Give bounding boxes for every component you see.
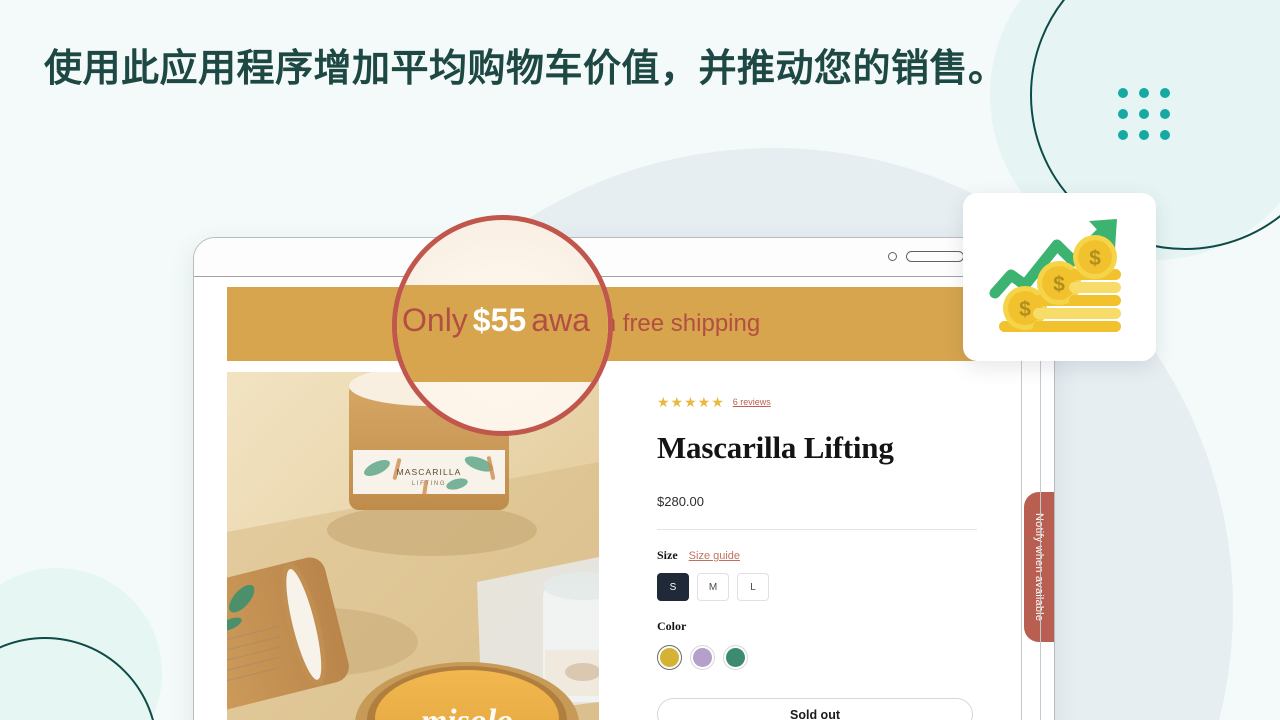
product-price: $280.00 — [657, 494, 704, 509]
color-swatch-teal-green — [726, 648, 745, 667]
size-option-l[interactable]: L — [737, 573, 769, 601]
product-rating: ★★★★★ 6 reviews — [657, 394, 1024, 410]
color-selector — [657, 645, 1024, 670]
notify-when-available-side-tab[interactable]: Notify when available — [1024, 492, 1054, 642]
size-option-m[interactable]: M — [697, 573, 729, 601]
grid-dot — [1139, 130, 1149, 140]
free-shipping-progress-banner: Only $55 away from free shipping — [227, 287, 1054, 361]
product-image[interactable]: MASCARILLA LIFTING — [227, 372, 599, 720]
grid-dot — [1160, 130, 1170, 140]
svg-text:$: $ — [1019, 298, 1031, 321]
grid-dot — [1118, 109, 1128, 119]
grid-dot — [1160, 88, 1170, 98]
shipping-banner-amount: $55 — [458, 310, 499, 337]
shipping-banner-suffix: away from free shipping — [505, 310, 761, 337]
notify-side-tab-label: Notify when available — [1033, 512, 1045, 622]
svg-text:LIFTING: LIFTING — [412, 481, 446, 487]
front-camera-dot-icon — [888, 252, 897, 261]
tablet-screen: Only $55 away from free shipping MASCARI… — [194, 276, 1054, 720]
svg-text:misolo: misolo — [421, 703, 514, 720]
star-rating-icon: ★★★★★ — [657, 394, 725, 410]
size-guide-link[interactable]: Size guide — [689, 550, 740, 562]
grid-dot — [1139, 88, 1149, 98]
sold-out-button[interactable]: Sold out — [657, 698, 973, 720]
grid-dot — [1118, 130, 1128, 140]
speaker-grille-icon — [906, 251, 964, 262]
grid-dot — [1160, 109, 1170, 119]
svg-text:$: $ — [1089, 247, 1101, 270]
svg-text:MASCARILLA: MASCARILLA — [397, 467, 462, 477]
grid-dot — [1118, 88, 1128, 98]
svg-text:$: $ — [1053, 273, 1065, 296]
dot-grid-icon — [1118, 88, 1170, 140]
color-swatch-gold — [660, 648, 679, 667]
size-label: Size — [657, 548, 678, 562]
tablet-device-mockup: Only $55 away from free shipping MASCARI… — [193, 237, 1055, 720]
color-option-teal-green[interactable] — [723, 645, 748, 670]
reviews-link[interactable]: 6 reviews — [733, 397, 771, 407]
tablet-top-bezel — [194, 238, 1054, 276]
color-swatch-lavender — [693, 648, 712, 667]
revenue-growth-chart-icon: $ $ $ — [989, 219, 1121, 332]
size-selector: S M L — [657, 573, 1024, 601]
color-label: Color — [657, 619, 687, 633]
product-page-body: MASCARILLA LIFTING ★★★★★ 6 reviews Masca… — [194, 372, 1054, 720]
size-option-s[interactable]: S — [657, 573, 689, 601]
product-details-panel: ★★★★★ 6 reviews Mascarilla Lifting $280.… — [599, 372, 1054, 720]
color-option-lavender[interactable] — [690, 645, 715, 670]
size-option-header: Size Size guide — [657, 548, 1024, 563]
color-option-header: Color — [657, 619, 1024, 634]
color-option-gold[interactable] — [657, 645, 682, 670]
revenue-growth-icon-card: $ $ $ — [963, 193, 1156, 361]
section-divider — [657, 529, 977, 530]
shipping-banner-prefix: Only — [402, 310, 452, 337]
grid-dot — [1139, 109, 1149, 119]
product-title: Mascarilla Lifting — [657, 430, 894, 465]
page-headline: 使用此应用程序增加平均购物车价值，并推动您的销售。 — [44, 48, 1007, 90]
